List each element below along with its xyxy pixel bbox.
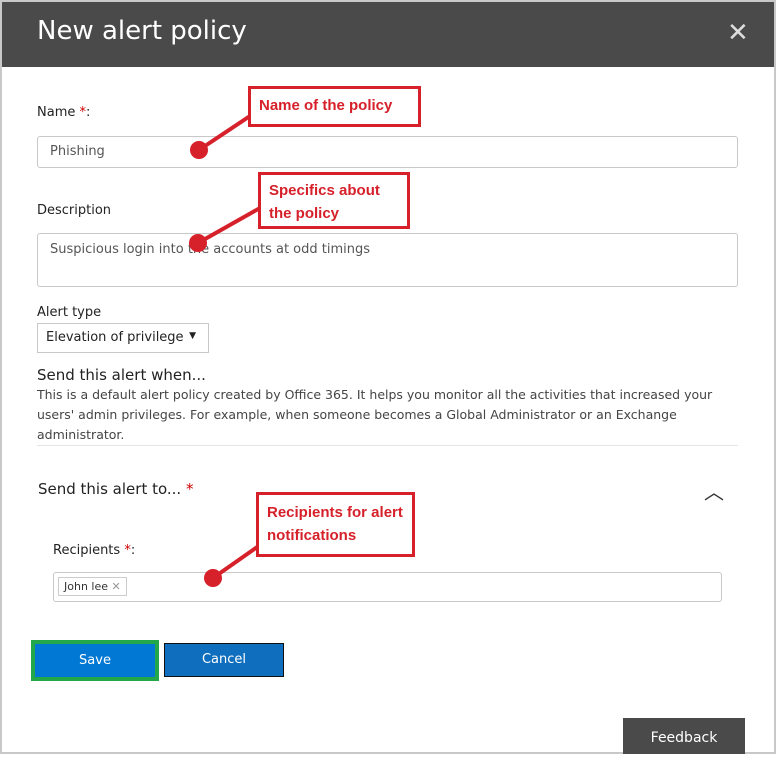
pointer-dot bbox=[204, 569, 222, 587]
annotation-name: Name of the policy bbox=[248, 86, 421, 127]
pointer-dot bbox=[189, 234, 207, 252]
pointer-line bbox=[197, 206, 261, 245]
pointer-dot bbox=[190, 141, 208, 159]
annotation-recipients: Recipients for alert notifications bbox=[256, 492, 415, 557]
pointer-line bbox=[197, 114, 252, 152]
annotation-description: Specifics about the policy bbox=[258, 172, 410, 229]
